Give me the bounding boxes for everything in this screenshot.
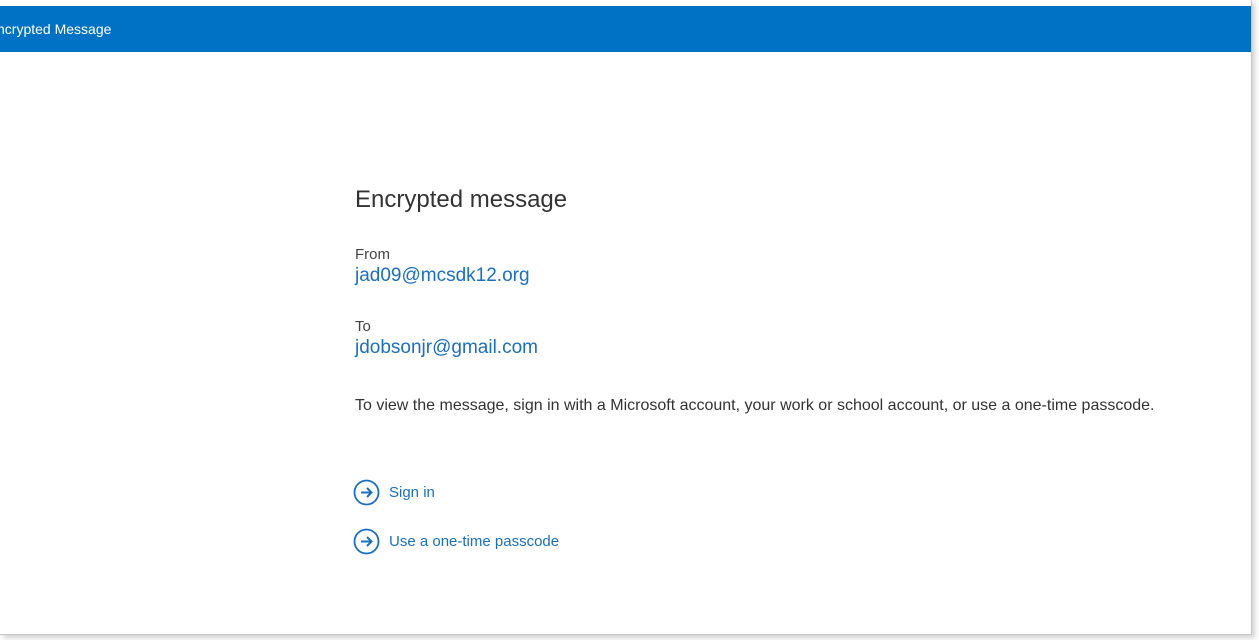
to-email: jdobsonjr@gmail.com: [355, 337, 538, 358]
one-time-passcode-label[interactable]: Use a one-time passcode: [389, 533, 559, 550]
sign-in-label[interactable]: Sign in: [389, 484, 435, 501]
arrow-right-circle-icon: [353, 528, 380, 555]
to-label: To: [355, 318, 371, 335]
to-field: To jdobsonjr@gmail.com: [355, 318, 538, 360]
from-label: From: [355, 246, 390, 263]
arrow-right-circle-icon: [353, 479, 380, 506]
one-time-passcode-button[interactable]: Use a one-time passcode: [353, 528, 559, 555]
instructions-text: To view the message, sign in with a Micr…: [355, 397, 1155, 414]
message-panel: Encrypted message From jad09@mcsdk12.org…: [353, 183, 1245, 555]
from-field: From jad09@mcsdk12.org: [355, 246, 530, 288]
header-bar: ncrypted Message: [0, 6, 1251, 52]
header-title: ncrypted Message: [0, 21, 112, 37]
sign-in-button[interactable]: Sign in: [353, 479, 435, 506]
page-title: Encrypted message: [355, 186, 568, 213]
from-email: jad09@mcsdk12.org: [355, 265, 530, 286]
message-window: ncrypted Message Encrypted message From …: [0, 0, 1252, 635]
